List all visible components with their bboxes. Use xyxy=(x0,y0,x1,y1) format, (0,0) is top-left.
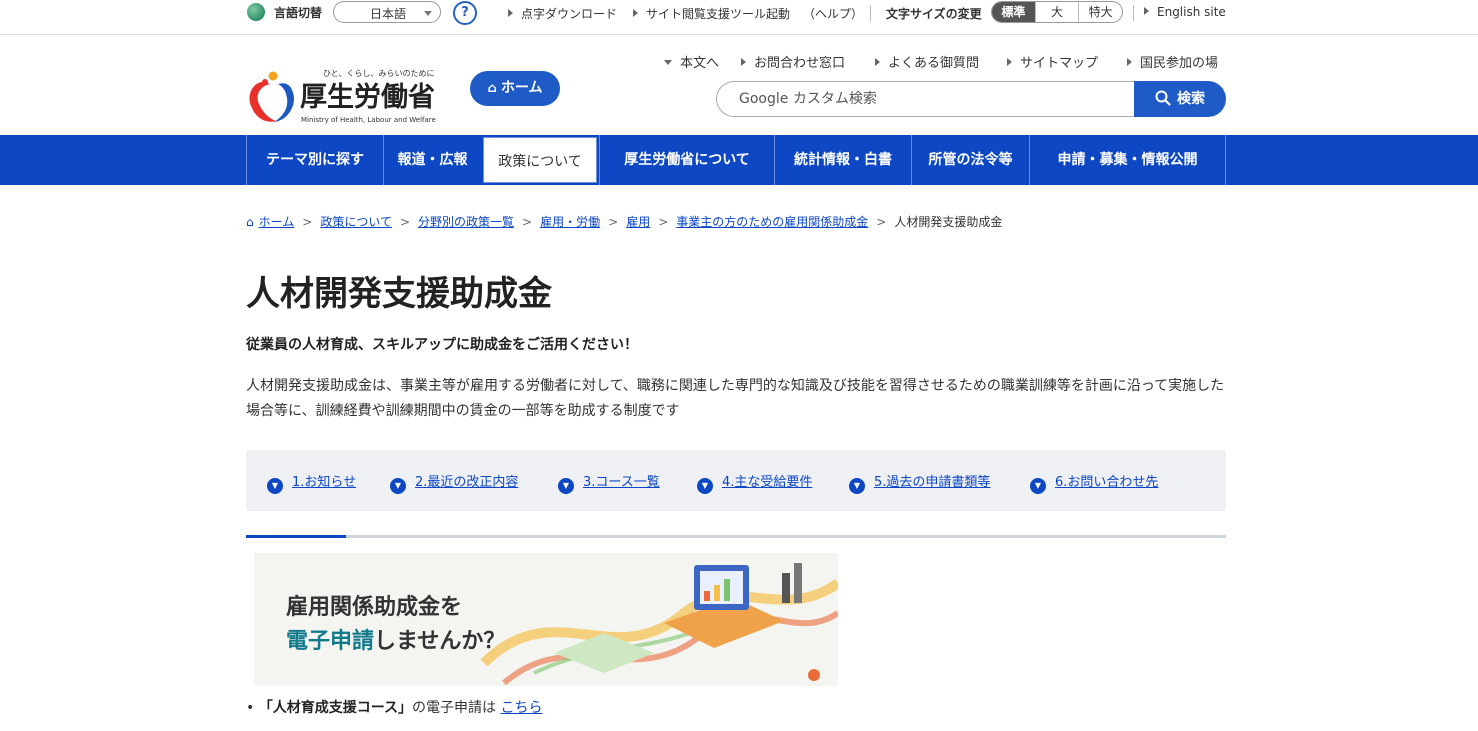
search-box xyxy=(716,81,1136,117)
breadcrumb-employment-labour[interactable]: 雇用・労働 xyxy=(540,213,600,230)
font-size-switcher: 標準 大 特大 xyxy=(991,1,1123,23)
e-application-link[interactable]: こちら xyxy=(500,700,542,716)
chevron-down-icon: ▼ xyxy=(390,478,406,494)
home-icon: ⌂ xyxy=(487,81,497,96)
nav-about-mhlw[interactable]: 厚生労働省について xyxy=(599,135,774,185)
breadcrumb-employment[interactable]: 雇用 xyxy=(626,213,650,230)
font-size-large-button[interactable]: 大 xyxy=(1034,2,1079,22)
anchor-link-changes[interactable]: ▼ 2.最近の改正内容 xyxy=(390,471,518,494)
header-link-main-content[interactable]: 本文へ xyxy=(664,52,719,71)
font-size-xlarge-button[interactable]: 特大 xyxy=(1078,2,1122,22)
anchor-link-contact[interactable]: ▼ 6.お問い合わせ先 xyxy=(1030,471,1158,494)
chevron-down-icon: ▼ xyxy=(697,478,713,494)
logo-mark-icon xyxy=(249,71,294,122)
logo-tagline: ひと、くらし、みらいのために xyxy=(323,69,434,78)
reading-tool-link[interactable]: サイト閲覧支援ツール起動 xyxy=(633,5,790,22)
breadcrumb: ⌂ ホーム > 政策について > 分野別の政策一覧 > 雇用・労働 > 雇用 > 事業主の… xyxy=(246,213,1003,230)
language-label: 言語切替 xyxy=(274,6,323,20)
logo-name: 厚生労働省 xyxy=(300,82,435,113)
triangle-right-icon xyxy=(1127,58,1132,66)
divider xyxy=(1133,5,1134,21)
description-text: 人材開発支援助成金は、事業主等が雇用する労働者に対して、職務に関連した専門的な知… xyxy=(246,378,1225,419)
language-select-value: 日本語 xyxy=(370,7,407,21)
triangle-right-icon xyxy=(875,58,880,66)
breadcrumb-policy-list[interactable]: 分野別の政策一覧 xyxy=(418,213,514,230)
e-application-banner[interactable]: 雇用関係助成金を 電子申請しませんか？ xyxy=(254,553,838,686)
anchor-links-box: ▼ 1.お知らせ ▼ 2.最近の改正内容 ▼ 3.コース一覧 ▼ 4.主な受給要件 ▼ 5… xyxy=(246,450,1226,511)
triangle-right-icon xyxy=(633,9,638,17)
anchor-link-requirements[interactable]: ▼ 4.主な受給要件 xyxy=(697,471,812,494)
triangle-down-icon xyxy=(664,60,672,65)
nav-applications[interactable]: 申請・募集・情報公開 xyxy=(1029,135,1226,185)
lead-text: 従業員の人材育成、スキルアップに助成金をご活用ください！ xyxy=(246,337,638,353)
triangle-right-icon xyxy=(741,58,746,66)
font-size-label: 文字サイズの変更 xyxy=(886,7,982,21)
english-site-link[interactable]: English site xyxy=(1144,5,1226,19)
mhlw-logo[interactable]: ひと、くらし、みらいのために 厚生労働省 Ministry of Health,… xyxy=(246,68,450,126)
globe-icon xyxy=(247,3,265,21)
breadcrumb-current: 人材開発支援助成金 xyxy=(894,215,1003,229)
breadcrumb-policy[interactable]: 政策について xyxy=(320,213,392,230)
nav-theme[interactable]: テーマ別に探す xyxy=(246,135,383,185)
home-button[interactable]: ⌂ ホーム xyxy=(470,71,560,106)
header-link-faq[interactable]: よくある御質問 xyxy=(875,52,979,71)
help-icon[interactable]: ? xyxy=(453,1,477,25)
page-title: 人材開発支援助成金 xyxy=(246,274,552,314)
section-divider xyxy=(246,535,1226,538)
chevron-down-icon: ▼ xyxy=(1030,478,1046,494)
braille-download-link[interactable]: 点字ダウンロード xyxy=(508,5,617,22)
breadcrumb-subsidies[interactable]: 事業主の方のための雇用関係助成金 xyxy=(676,213,868,230)
home-icon: ⌂ xyxy=(246,214,254,229)
search-input[interactable] xyxy=(737,90,1121,108)
language-select[interactable]: 日本語 xyxy=(333,1,441,23)
nav-statistics[interactable]: 統計情報・白書 xyxy=(774,135,911,185)
banner-line-1: 雇用関係助成金を xyxy=(286,595,463,620)
triangle-right-icon xyxy=(1007,58,1012,66)
search-icon xyxy=(1155,90,1171,106)
nav-press[interactable]: 報道・広報 xyxy=(383,135,481,185)
chevron-down-icon xyxy=(424,11,432,16)
header-link-contact[interactable]: お問合わせ窓口 xyxy=(741,52,845,71)
divider xyxy=(870,5,871,21)
anchor-link-news[interactable]: ▼ 1.お知らせ xyxy=(267,471,356,494)
anchor-link-past-forms[interactable]: ▼ 5.過去の申請書類等 xyxy=(849,471,990,494)
reading-tool-help-link[interactable]: （ヘルプ） xyxy=(803,5,863,22)
header-link-sitemap[interactable]: サイトマップ xyxy=(1007,52,1098,71)
nav-laws[interactable]: 所管の法令等 xyxy=(911,135,1029,185)
header-link-participation[interactable]: 国民参加の場 xyxy=(1127,52,1218,71)
list-item: • 「人材育成支援コース」の電子申請は こちら xyxy=(246,700,543,716)
banner-line-2: 電子申請しませんか？ xyxy=(286,629,506,654)
search-button[interactable]: 検索 xyxy=(1134,81,1226,117)
breadcrumb-home[interactable]: ホーム xyxy=(259,213,295,230)
global-nav: テーマ別に探す 報道・広報 政策について 厚生労働省について 統計情報・白書 所… xyxy=(0,135,1478,185)
triangle-right-icon xyxy=(508,9,513,17)
anchor-link-courses[interactable]: ▼ 3.コース一覧 xyxy=(558,471,660,494)
chevron-down-icon: ▼ xyxy=(849,478,865,494)
chevron-down-icon: ▼ xyxy=(558,478,574,494)
logo-english: Ministry of Health, Labour and Welfare xyxy=(301,116,436,124)
course-name: 「人材育成支援コース」 xyxy=(258,700,413,716)
nav-policy[interactable]: 政策について xyxy=(481,135,599,185)
font-size-standard-button[interactable]: 標準 xyxy=(992,2,1035,22)
chevron-down-icon: ▼ xyxy=(267,478,283,494)
triangle-right-icon xyxy=(1144,7,1149,15)
